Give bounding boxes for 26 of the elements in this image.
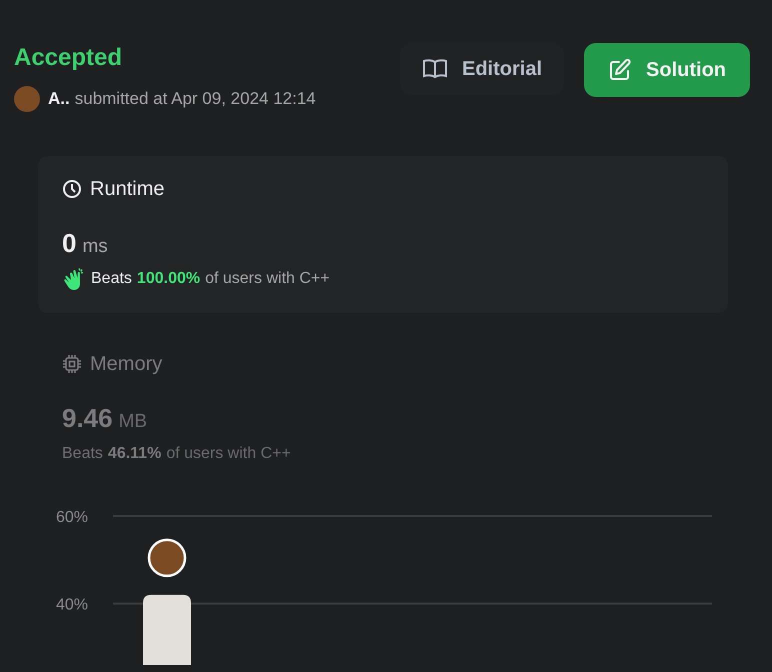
metric-title: Memory (90, 352, 162, 377)
beats-note: of users with C++ (166, 444, 291, 464)
status-title: Accepted (14, 43, 124, 73)
axis-tick-label: 60% (56, 509, 88, 526)
beats-percent: 100.00% (136, 269, 200, 289)
chip-icon (62, 354, 82, 374)
beats-label: Beats (62, 444, 103, 464)
author-name[interactable]: A.. (48, 86, 70, 112)
submission-time: submitted at Apr 09, 2024 12:14 (74, 88, 316, 110)
metric-title: Runtime (90, 177, 164, 202)
avatar-marker (148, 538, 186, 578)
metric-value: 9.46 (62, 402, 113, 435)
metric-unit: ms (82, 235, 108, 259)
avatar (14, 86, 40, 112)
beats-label: Beats (91, 269, 132, 289)
waving-hand-icon (62, 267, 86, 291)
book-icon (422, 58, 448, 80)
metric-value: 0 (62, 227, 76, 260)
beats-note: of users with C++ (205, 269, 330, 289)
metric-card[interactable]: Runtime 0 ms Beats 100.00% of users with C++ (38, 156, 728, 313)
bar[interactable] (143, 594, 191, 665)
clock-icon (62, 179, 82, 199)
edit-icon (608, 58, 632, 82)
beats-percent: 46.11% (108, 444, 162, 464)
axis-tick-label: 40% (56, 596, 88, 614)
metric-unit: MB (118, 410, 148, 434)
